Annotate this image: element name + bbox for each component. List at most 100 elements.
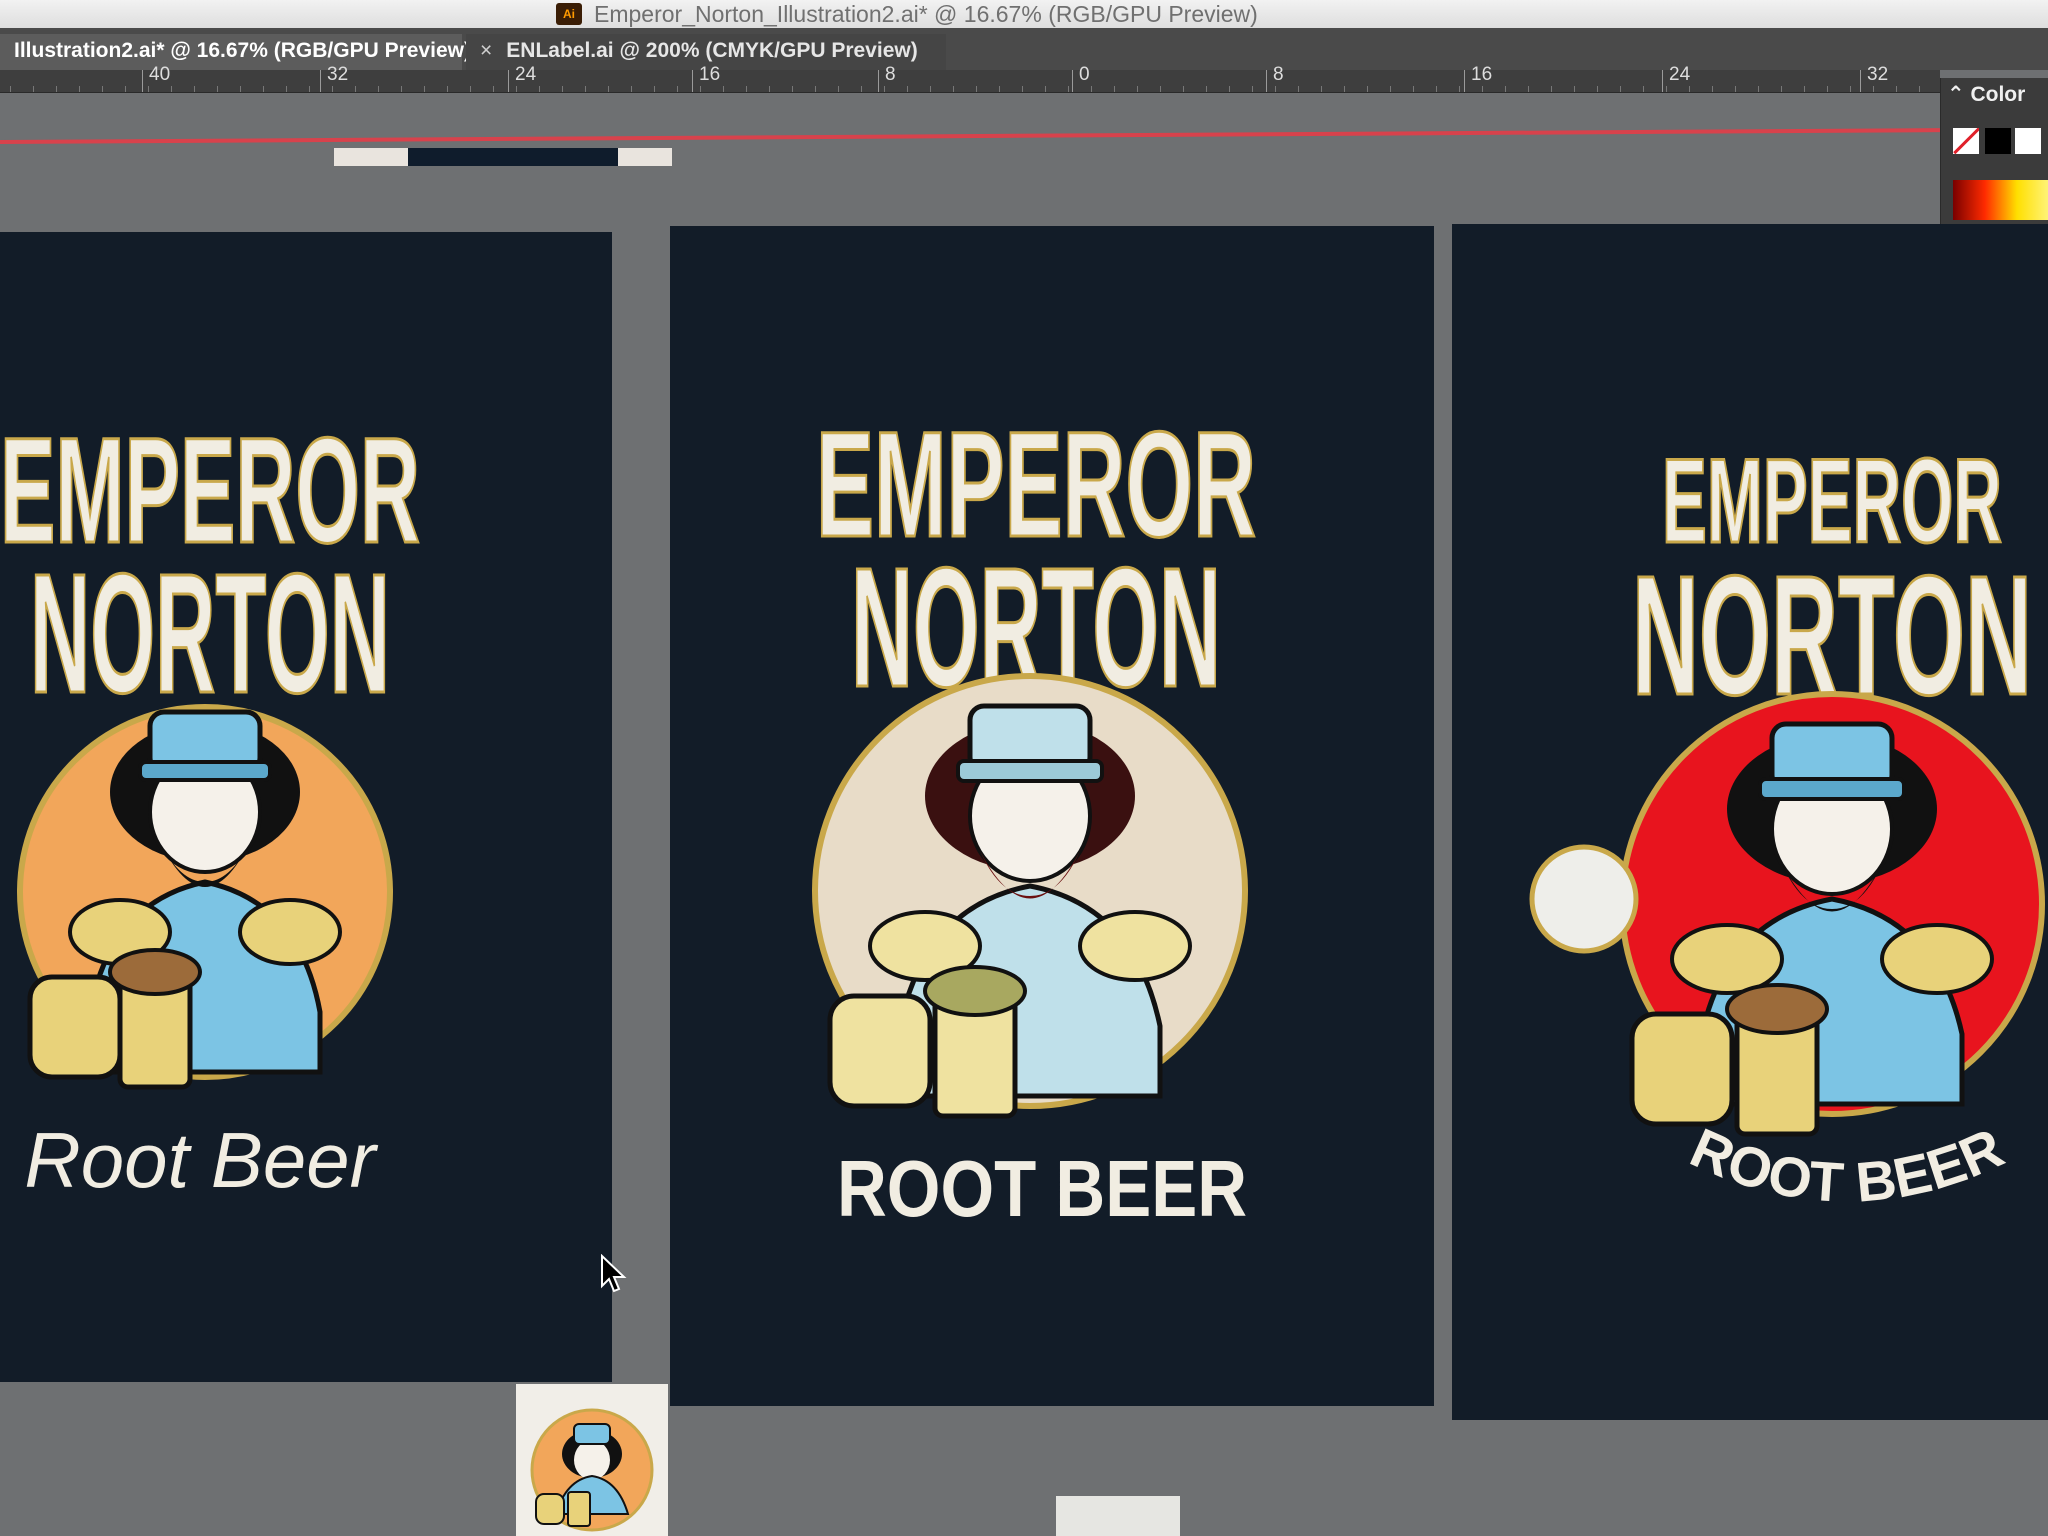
artwork-thumbnail[interactable] (516, 1384, 668, 1536)
ruler-minor-tick (631, 86, 632, 92)
ruler-minor-tick (608, 86, 609, 92)
ruler-minor-tick (10, 86, 11, 92)
ruler-minor-tick (1459, 86, 1460, 92)
ruler-minor-tick (1827, 86, 1828, 92)
artwork-partial-top[interactable] (334, 148, 672, 166)
ruler-minor-tick (102, 86, 103, 92)
ruler-minor-tick (1643, 86, 1644, 92)
ruler-minor-tick (1275, 86, 1276, 92)
ruler-tick: 24 (508, 64, 536, 92)
window-title: Emperor_Norton_Illustration2.ai* @ 16.67… (594, 1, 1258, 27)
ruler-label: 8 (1273, 64, 1284, 85)
ruler-minor-tick (815, 86, 816, 92)
ruler-minor-tick (378, 86, 379, 92)
ruler-tick: 32 (320, 64, 348, 92)
ruler-minor-tick (1758, 86, 1759, 92)
product-subtitle-arc: ROOT BEER (1682, 1116, 2012, 1214)
brand-line2: NORTON (30, 539, 390, 729)
ruler-minor-tick (562, 86, 563, 92)
white-swatch[interactable] (2015, 128, 2041, 154)
beehive-icon (827, 993, 933, 1109)
ruler-tick: 24 (1662, 64, 1690, 92)
artwork-dark-strip (408, 148, 618, 166)
guide-line[interactable] (0, 128, 1940, 144)
ruler-minor-tick (1183, 86, 1184, 92)
ruler-minor-tick (56, 86, 57, 92)
ruler-minor-tick (1689, 86, 1690, 92)
ruler-minor-tick (1045, 86, 1046, 92)
ruler-minor-tick (539, 86, 540, 92)
ruler-label: 16 (1471, 64, 1493, 85)
ruler-label: 16 (699, 64, 721, 85)
ruler-minor-tick (1160, 86, 1161, 92)
ruler-minor-tick (1620, 86, 1621, 92)
tab-label: ENLabel.ai @ 200% (CMYK/GPU Preview) (506, 39, 918, 62)
color-spectrum[interactable] (1953, 180, 2048, 220)
color-panel-label: Color (1970, 83, 2026, 106)
ruler-label: 40 (149, 64, 171, 85)
tab-close-icon[interactable]: × (480, 39, 492, 62)
ruler-minor-tick (401, 86, 402, 92)
ruler-minor-tick (1482, 86, 1483, 92)
ruler-minor-tick (33, 86, 34, 92)
ruler-minor-tick (585, 86, 586, 92)
label-artwork-left: EMPEROR NORTON Root Beer (0, 405, 421, 1205)
selection-handle-circle[interactable] (1529, 844, 1639, 954)
ruler-minor-tick (148, 86, 149, 92)
ruler-label: 24 (515, 64, 537, 85)
ruler-minor-tick (1367, 86, 1368, 92)
label-artwork-middle: EMPEROR NORTON ROOT BEER (812, 399, 1258, 1233)
panel-toggle-icon[interactable]: ⌃ (1947, 83, 1965, 106)
ruler-minor-tick (1804, 86, 1805, 92)
ruler-minor-tick (286, 86, 287, 92)
artboard-middle[interactable]: EMPEROR NORTON ROOT BEER (670, 226, 1434, 1406)
emperor-illustration (812, 673, 1248, 1119)
ruler-minor-tick (1873, 86, 1874, 92)
artboard-right[interactable]: EMPEROR NORTON ROOT BEER (1452, 224, 2048, 1420)
ruler-label: 32 (327, 64, 349, 85)
artboard-left[interactable]: EMPEROR NORTON Root Beer (0, 232, 612, 1382)
ruler-minor-tick (838, 86, 839, 92)
ruler-minor-tick (79, 86, 80, 92)
ruler-minor-tick (1321, 86, 1322, 92)
ruler-label: 24 (1669, 64, 1691, 85)
emperor-illustration (1529, 691, 2045, 1137)
product-subtitle: Root Beer (24, 1116, 378, 1204)
ruler-minor-tick (976, 86, 977, 92)
product-subtitle: ROOT BEER (1682, 1116, 2012, 1214)
document-tab-bar: Illustration2.ai* @ 16.67% (RGB/GPU Prev… (0, 28, 2048, 70)
ruler-minor-tick (263, 86, 264, 92)
ruler-minor-tick (1114, 86, 1115, 92)
ruler-minor-tick (1528, 86, 1529, 92)
ruler-minor-tick (1436, 86, 1437, 92)
ruler-minor-tick (1781, 86, 1782, 92)
ruler-minor-tick (907, 86, 908, 92)
ruler-minor-tick (1298, 86, 1299, 92)
ruler-minor-tick (1206, 86, 1207, 92)
ruler-minor-tick (240, 86, 241, 92)
ruler-tick: 16 (1464, 64, 1492, 92)
ruler-minor-tick (447, 86, 448, 92)
ruler-minor-tick (746, 86, 747, 92)
ruler-minor-tick (1597, 86, 1598, 92)
none-swatch-icon[interactable] (1953, 128, 1979, 154)
label-artwork-right: EMPEROR NORTON ROOT BEER (1529, 433, 2045, 1214)
ruler-minor-tick (1390, 86, 1391, 92)
ruler-minor-tick (769, 86, 770, 92)
ruler-minor-tick (1091, 86, 1092, 92)
thumbnail-illustration (530, 1408, 654, 1532)
horizontal-ruler[interactable]: 40 32 24 16 8 0 8 16 24 32 (0, 64, 1940, 93)
artwork-thumbnail-partial[interactable] (1056, 1496, 1180, 1536)
ruler-minor-tick (884, 86, 885, 92)
ruler-label: 8 (885, 64, 896, 85)
ruler-minor-tick (309, 86, 310, 92)
black-swatch[interactable] (1985, 128, 2011, 154)
color-panel-title[interactable]: ⌃ Color (1947, 82, 2025, 107)
ruler-minor-tick (1344, 86, 1345, 92)
ruler-minor-tick (677, 86, 678, 92)
tab-emperor-norton-illustration[interactable]: Illustration2.ai* @ 16.67% (RGB/GPU Prev… (0, 34, 471, 70)
emperor-illustration (17, 704, 393, 1090)
ruler-minor-tick (194, 86, 195, 92)
ruler-minor-tick (171, 86, 172, 92)
illustrator-app-icon: Ai (556, 3, 582, 25)
